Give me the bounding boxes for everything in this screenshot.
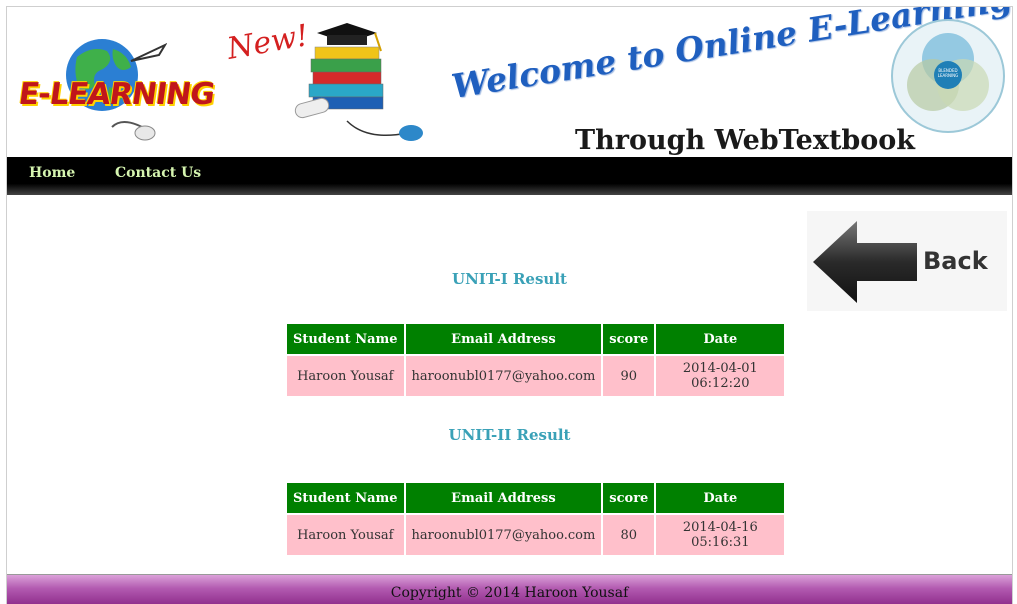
email-cell: haroonubl0177@yahoo.com xyxy=(405,356,602,396)
header-banner: E-LEARNING New! Welcome to Online E-Lear… xyxy=(7,7,1012,157)
table-header-row: Student Name Email Address score Date xyxy=(287,483,785,513)
unit-2-title: UNIT-II Result xyxy=(448,426,571,444)
email-cell: haroonubl0177@yahoo.com xyxy=(405,515,602,555)
books-graduation-icon xyxy=(294,23,423,141)
column-header: Email Address xyxy=(405,483,602,513)
column-header: Student Name xyxy=(287,324,404,354)
date-cell: 2014-04-16 05:16:31 xyxy=(656,515,785,555)
back-arrow-icon xyxy=(813,221,917,303)
date-cell: 2014-04-01 06:12:20 xyxy=(656,356,785,396)
footer-bar: Copyright © 2014 Haroon Yousaf xyxy=(7,574,1012,604)
column-header: Email Address xyxy=(405,324,602,354)
student-name-cell: Haroon Yousaf xyxy=(287,515,404,555)
unit-1-table: Student Name Email Address score Date Ha… xyxy=(285,322,786,398)
nav-contact-link[interactable]: Contact Us xyxy=(115,165,201,181)
unit-1-title: UNIT-I Result xyxy=(452,270,567,288)
unit-2-table: Student Name Email Address score Date Ha… xyxy=(285,481,786,557)
column-header: score xyxy=(603,483,655,513)
student-name-cell: Haroon Yousaf xyxy=(287,356,404,396)
score-cell: 80 xyxy=(603,515,655,555)
nav-home-link[interactable]: Home xyxy=(29,165,75,181)
blended-learning-label: BLENDED LEARNING xyxy=(937,68,959,78)
page-frame: E-LEARNING New! Welcome to Online E-Lear… xyxy=(6,6,1013,604)
table-row: Haroon Yousaf haroonubl0177@yahoo.com 90… xyxy=(287,356,785,396)
column-header: score xyxy=(603,324,655,354)
nav-bar: Home Contact Us xyxy=(7,157,1012,195)
logo-text: E-LEARNING xyxy=(16,77,217,112)
column-header: Date xyxy=(656,324,785,354)
table-row: Haroon Yousaf haroonubl0177@yahoo.com 80… xyxy=(287,515,785,555)
score-cell: 90 xyxy=(603,356,655,396)
copyright-text: Copyright © 2014 Haroon Yousaf xyxy=(390,585,629,601)
column-header: Student Name xyxy=(287,483,404,513)
table-header-row: Student Name Email Address score Date xyxy=(287,324,785,354)
column-header: Date xyxy=(656,483,785,513)
welcome-subtitle: Through WebTextbook xyxy=(575,125,916,156)
